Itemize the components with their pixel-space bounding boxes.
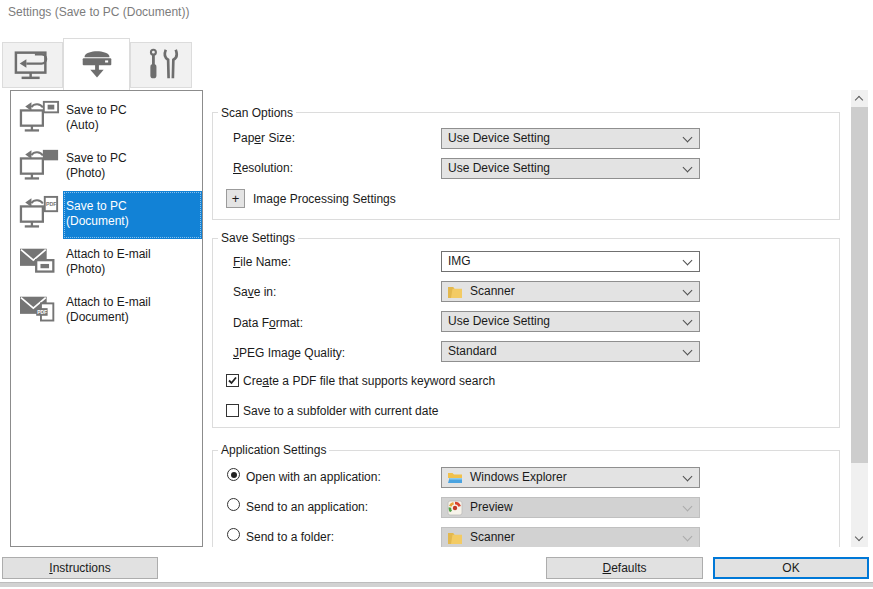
chevron-down-icon xyxy=(683,346,693,356)
send-to-folder-label: Send to a folder: xyxy=(246,530,334,544)
send-to-folder-radio[interactable] xyxy=(227,528,240,541)
resolution-label: Resolution: xyxy=(233,161,293,175)
open-with-application-label: Open with an application: xyxy=(246,470,381,484)
file-name-label: File Name: xyxy=(233,255,291,269)
save-in-label: Save in: xyxy=(233,285,276,299)
paper-size-label: Paper Size: xyxy=(233,131,295,145)
image-processing-label: Image Processing Settings xyxy=(253,192,396,206)
send-to-folder-select[interactable]: Scanner xyxy=(441,527,700,547)
chevron-down-icon xyxy=(855,533,863,541)
chevron-down-icon xyxy=(683,133,693,143)
jpeg-quality-select[interactable]: Standard xyxy=(441,341,700,362)
checkmark-icon xyxy=(227,375,238,386)
paper-size-select[interactable]: Use Device Setting xyxy=(441,128,700,149)
chevron-down-icon xyxy=(683,532,693,542)
data-format-value: Use Device Setting xyxy=(448,312,550,331)
item-line2: (Document) xyxy=(66,214,129,229)
save-settings-title: Save Settings xyxy=(218,231,298,245)
scan-options-title: Scan Options xyxy=(218,106,296,120)
window-bottom-edge xyxy=(0,582,873,587)
scroll-up-button[interactable] xyxy=(851,90,868,107)
application-settings-title: Application Settings xyxy=(218,443,329,457)
send-to-folder-value: Scanner xyxy=(470,528,515,547)
defaults-button[interactable]: Defaults xyxy=(546,557,703,579)
open-with-application-value: Windows Explorer xyxy=(470,468,567,487)
save-in-select[interactable]: Scanner xyxy=(441,281,700,302)
save-in-value: Scanner xyxy=(470,282,515,301)
subfolder-label: Save to a subfolder with current date xyxy=(243,404,438,418)
subfolder-checkbox[interactable] xyxy=(226,404,239,417)
chevron-down-icon xyxy=(683,472,693,482)
paper-size-value: Use Device Setting xyxy=(448,129,550,148)
preview-app-icon xyxy=(447,500,463,516)
open-with-application-select[interactable]: Windows Explorer xyxy=(441,467,700,488)
pdf-keyword-checkbox[interactable] xyxy=(226,374,239,387)
vertical-scrollbar[interactable] xyxy=(851,90,868,547)
send-to-application-label: Send to an application: xyxy=(246,500,368,514)
send-to-application-value: Preview xyxy=(470,498,513,517)
folder-icon xyxy=(447,530,463,546)
jpeg-quality-label: JPEG Image Quality: xyxy=(233,346,345,360)
settings-dialog: Settings (Save to PC (Document)) xyxy=(0,0,873,589)
send-to-application-radio[interactable] xyxy=(227,498,240,511)
folder-icon xyxy=(447,284,463,300)
file-name-input[interactable]: IMG xyxy=(441,251,700,272)
chevron-down-icon xyxy=(683,316,693,326)
scanner-save-icon xyxy=(76,45,118,85)
resolution-value: Use Device Setting xyxy=(448,159,550,178)
jpeg-quality-value: Standard xyxy=(448,342,497,361)
ok-button[interactable]: OK xyxy=(713,557,869,579)
send-to-application-select[interactable]: Preview xyxy=(441,497,700,518)
windows-explorer-icon xyxy=(447,470,463,486)
resolution-select[interactable]: Use Device Setting xyxy=(441,158,700,179)
chevron-down-icon xyxy=(683,256,693,266)
chevron-down-icon xyxy=(683,286,693,296)
data-format-label: Data Format: xyxy=(233,316,303,330)
open-with-application-radio[interactable] xyxy=(227,468,240,481)
item-line1: Save to PC xyxy=(66,199,129,214)
scrollbar-thumb[interactable] xyxy=(851,107,868,463)
data-format-select[interactable]: Use Device Setting xyxy=(441,311,700,332)
file-name-value: IMG xyxy=(448,252,471,271)
chevron-up-icon xyxy=(855,96,863,104)
image-processing-expand-button[interactable]: + xyxy=(226,189,245,208)
chevron-down-icon xyxy=(683,502,693,512)
chevron-down-icon xyxy=(683,163,693,173)
scroll-down-button[interactable] xyxy=(851,530,868,547)
instructions-button[interactable]: Instructions xyxy=(2,557,158,579)
pdf-keyword-label: Create a PDF file that supports keyword … xyxy=(243,374,495,388)
tab-scanner-save[interactable] xyxy=(63,38,130,90)
